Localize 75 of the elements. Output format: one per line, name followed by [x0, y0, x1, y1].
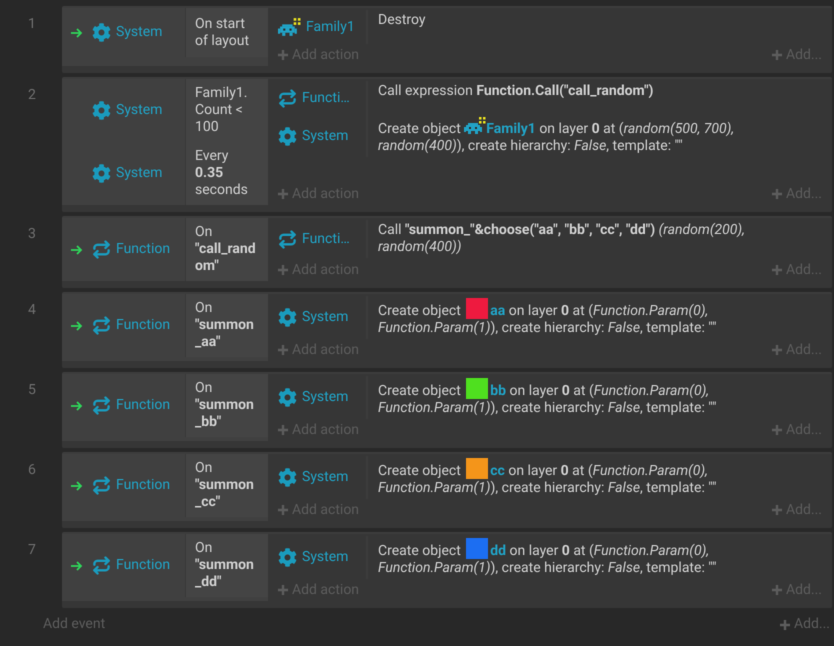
- plus-icon: [278, 265, 288, 275]
- loop-arrows-icon: [92, 396, 111, 415]
- action-object[interactable]: System: [268, 115, 368, 157]
- condition-text: On start of layout: [195, 16, 250, 50]
- gear-icon: [278, 548, 297, 567]
- plus-icon: [772, 265, 782, 275]
- gear-icon: [278, 308, 297, 327]
- object-name: System: [116, 165, 162, 182]
- action-text[interactable]: Create object cc on layer 0 at (Function.Param(0), Function.Param(1)), create hierarchy: False, template: "": [378, 458, 822, 497]
- action-text[interactable]: Create object aa on layer 0 at (Function.Param(0), Function.Param(1)), create hierarchy: False, template: "": [378, 298, 822, 337]
- invader-icon: [278, 18, 301, 36]
- condition-row[interactable]: System Family1. Count < 100: [62, 79, 268, 142]
- invader-icon: [464, 117, 486, 135]
- object-name: Function: [116, 317, 170, 334]
- event-number: 6: [28, 462, 36, 478]
- action-text[interactable]: Create object bb on layer 0 at (Function.Param(0), Function.Param(1)), create hierarchy: False, template: "": [378, 378, 822, 417]
- plus-icon: [772, 189, 782, 199]
- loop-arrows-icon: [278, 88, 297, 108]
- condition-row[interactable]: System Every 0.35 seconds: [62, 142, 268, 205]
- condition-text: On "summon_cc": [195, 460, 255, 511]
- action-object[interactable]: Functi…: [268, 220, 368, 258]
- action-object[interactable]: System: [268, 296, 368, 339]
- condition-row[interactable]: Function On "call_random": [62, 218, 268, 281]
- action-object[interactable]: System: [268, 536, 368, 579]
- action-text[interactable]: Destroy: [378, 12, 822, 29]
- condition-text: On "summon_dd": [195, 540, 255, 591]
- condition-text: On "call_random": [195, 224, 257, 275]
- action-text[interactable]: Call expression Function.Call("call_random"): [378, 83, 822, 100]
- condition-text: Family1. Count < 100: [195, 85, 248, 136]
- gear-icon: [278, 468, 297, 487]
- gear-icon: [92, 101, 111, 120]
- object-name: System: [116, 102, 162, 119]
- plus-icon: [278, 345, 288, 355]
- plus-icon: [278, 505, 288, 515]
- gear-icon: [278, 126, 297, 146]
- plus-icon: [772, 425, 782, 435]
- plus-icon: [772, 585, 782, 595]
- plus-icon: [780, 620, 790, 630]
- plus-icon: [278, 425, 288, 435]
- gear-icon: [92, 164, 111, 183]
- loop-arrows-icon: [92, 316, 111, 335]
- event-number: 3: [28, 226, 36, 242]
- loop-arrows-icon: [92, 556, 111, 575]
- loop-arrows-icon: [92, 240, 111, 259]
- action-text[interactable]: Call "summon_"&choose("aa", "bb", "cc", "dd") (random(200), random(400)): [378, 222, 822, 256]
- event-number: 1: [28, 16, 36, 32]
- event-number: 4: [28, 302, 36, 318]
- plus-icon: [772, 345, 782, 355]
- condition-text: On "summon_aa": [195, 300, 255, 351]
- object-name: System: [116, 24, 162, 41]
- plus-icon: [278, 50, 288, 60]
- object-name: Function: [116, 477, 170, 494]
- action-text[interactable]: Create object Family1 on layer 0 at (random(500, 700), random(400)), create hierarchy: False, template: "": [378, 117, 822, 155]
- plus-icon: [772, 505, 782, 515]
- loop-arrows-icon: [92, 476, 111, 495]
- action-text[interactable]: Create object dd on layer 0 at (Function.Param(0), Function.Param(1)), create hierarchy: False, template: "": [378, 538, 822, 577]
- event-block[interactable]: [62, 77, 832, 212]
- condition-text: On "summon_bb": [195, 380, 255, 431]
- object-name: Function: [116, 241, 170, 258]
- object-name: Function: [116, 557, 170, 574]
- object-name: Function: [116, 397, 170, 414]
- plus-icon: [278, 585, 288, 595]
- condition-text: Every 0.35 seconds: [195, 148, 249, 199]
- plus-icon: [772, 50, 782, 60]
- action-object[interactable]: System: [268, 376, 368, 419]
- event-number: 2: [28, 87, 36, 103]
- loop-arrows-icon: [278, 230, 297, 248]
- gear-icon: [278, 388, 297, 407]
- event-number: 7: [28, 542, 36, 558]
- gear-icon: [92, 23, 111, 42]
- action-object[interactable]: Functi…: [268, 81, 368, 115]
- event-number: 5: [28, 382, 36, 398]
- plus-icon: [278, 189, 288, 199]
- action-object[interactable]: Family1: [268, 10, 368, 44]
- action-object[interactable]: System: [268, 456, 368, 499]
